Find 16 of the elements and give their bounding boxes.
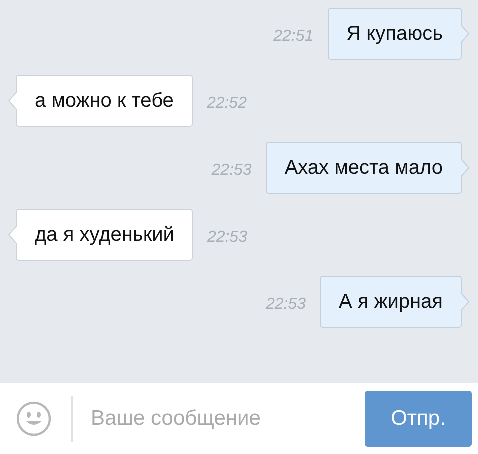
message-bubble: Ахах места мало (266, 142, 462, 194)
message-time: 22:52 (206, 94, 247, 113)
message-input[interactable]: Ваше сообщение (91, 406, 365, 430)
send-button[interactable]: Отпр. (365, 390, 472, 446)
message-bubble: да я худенький (16, 209, 194, 261)
message-bubble: А я жирная (320, 276, 462, 328)
bubble-tail-icon (461, 293, 470, 311)
message-time: 22:53 (212, 161, 252, 180)
message-bubble: Я купаюсь (328, 8, 462, 60)
message-time: 22:51 (274, 27, 314, 46)
message-time: 22:53 (207, 228, 248, 247)
bubble-tail-icon (461, 159, 470, 177)
message-bubble: а можно к тебе (16, 75, 193, 127)
bubble-tail-icon (461, 25, 470, 43)
message-time: 22:53 (266, 295, 306, 314)
emoji-icon[interactable] (16, 400, 52, 436)
